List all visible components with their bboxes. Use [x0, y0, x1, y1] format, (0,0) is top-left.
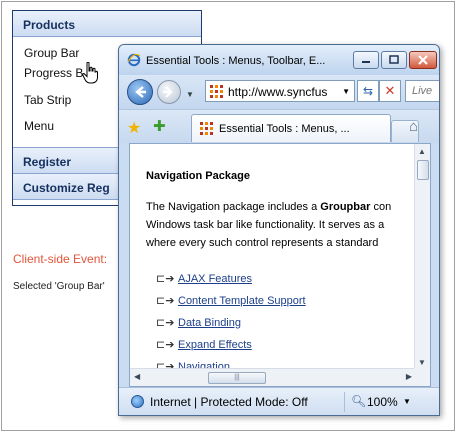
browser-titlebar[interactable]: Essential Tools : Menus, Toolbar, E... [119, 45, 439, 75]
link-arrow-icon: ⊏➔ [156, 317, 175, 329]
link-ajax-features[interactable]: AJAX Features [178, 273, 252, 285]
hand-pointer-icon [82, 62, 98, 84]
link-arrow-icon: ⊏➔ [156, 273, 175, 285]
zoom-level: 100% [367, 395, 398, 409]
event-label: Client-side Event: [13, 252, 108, 266]
back-arrow-icon [135, 86, 146, 98]
tab-label: Essential Tools : Menus, ... [219, 123, 350, 135]
link-arrow-icon: ⊏➔ [156, 339, 175, 351]
stop-icon: ✕ [384, 83, 396, 98]
page-content: Navigation Package The Navigation packag… [129, 143, 431, 387]
address-dropdown-icon[interactable]: ▼ [342, 87, 350, 96]
list-item: ⊏➔ Expand Effects [156, 338, 252, 356]
globe-icon [131, 395, 144, 408]
paragraph-line-1: The Navigation package includes a Groupb… [146, 201, 392, 213]
paragraph-line-3: where every such control represents a st… [146, 237, 379, 249]
link-content-template[interactable]: Content Template Support [178, 295, 306, 307]
horizontal-scrollbar[interactable]: ◀ ||| ▶ [130, 368, 416, 386]
scroll-left-icon[interactable]: ◀ [134, 372, 140, 381]
tab-active[interactable]: Essential Tools : Menus, ... [191, 114, 391, 142]
scroll-up-icon[interactable]: ▲ [418, 147, 426, 156]
vertical-scrollbar[interactable]: ▲ ▼ [414, 144, 430, 370]
paragraph-line-2: Windows task bar like functionality. It … [146, 219, 385, 231]
maximize-button[interactable] [381, 51, 407, 69]
search-input[interactable]: Live [405, 80, 439, 102]
ie-logo-icon [127, 53, 141, 67]
browser-title: Essential Tools : Menus, Toolbar, E... [146, 55, 326, 67]
scrollbar-corner [414, 368, 430, 386]
magnifier-icon: 🔍︎ [351, 394, 367, 408]
address-bar[interactable]: http://www.syncfus ▼ [205, 80, 355, 102]
stop-button[interactable]: ✕ [379, 80, 401, 102]
event-value: Selected 'Group Bar' [13, 281, 105, 292]
link-expand-effects[interactable]: Expand Effects [178, 339, 252, 351]
zoom-dropdown-icon[interactable]: ▼ [403, 397, 411, 406]
link-data-binding[interactable]: Data Binding [178, 317, 241, 329]
list-item: ⊏➔ AJAX Features [156, 272, 252, 290]
tab-bar: ★ ✚ Essential Tools : Menus, ... ⌂ [119, 109, 439, 143]
home-icon[interactable]: ⌂ [409, 118, 418, 135]
vertical-scroll-thumb[interactable] [417, 160, 429, 180]
refresh-button[interactable]: ⇆ [357, 80, 379, 102]
history-dropdown-icon[interactable]: ▼ [186, 90, 194, 99]
link-arrow-icon: ⊏➔ [156, 295, 175, 307]
minimize-button[interactable] [353, 51, 379, 69]
forward-arrow-icon [163, 86, 173, 98]
list-item: ⊏➔ Data Binding [156, 316, 241, 334]
list-item: ⊏➔ Content Template Support [156, 294, 306, 312]
horizontal-scroll-thumb[interactable]: ||| [208, 372, 266, 384]
refresh-icon: ⇆ [362, 84, 374, 98]
star-icon[interactable]: ★ [127, 118, 141, 138]
groupbar-header-products[interactable]: Products [13, 11, 201, 37]
minimize-icon [362, 61, 370, 63]
address-text: http://www.syncfus [228, 85, 328, 99]
status-text: Internet | Protected Mode: Off [150, 395, 308, 409]
maximize-icon [389, 55, 399, 64]
add-favorites-icon[interactable]: ✚ [153, 117, 166, 135]
back-button[interactable] [127, 79, 153, 105]
forward-button[interactable] [157, 80, 181, 104]
status-bar: Internet | Protected Mode: Off 🔍︎ 100% ▼ [119, 387, 439, 415]
page-favicon-icon [210, 85, 223, 98]
scroll-right-icon[interactable]: ▶ [406, 372, 412, 381]
close-icon [418, 55, 428, 65]
zoom-control[interactable]: 🔍︎ 100% ▼ [344, 392, 416, 412]
package-heading: Navigation Package [146, 170, 250, 182]
browser-window: Essential Tools : Menus, Toolbar, E... ▼… [118, 44, 440, 416]
scroll-down-icon[interactable]: ▼ [418, 358, 426, 367]
page-favicon-icon [200, 122, 213, 135]
navigation-bar: ▼ http://www.syncfus ▼ ⇆ ✕ Live [119, 75, 439, 109]
close-button[interactable] [409, 51, 437, 69]
